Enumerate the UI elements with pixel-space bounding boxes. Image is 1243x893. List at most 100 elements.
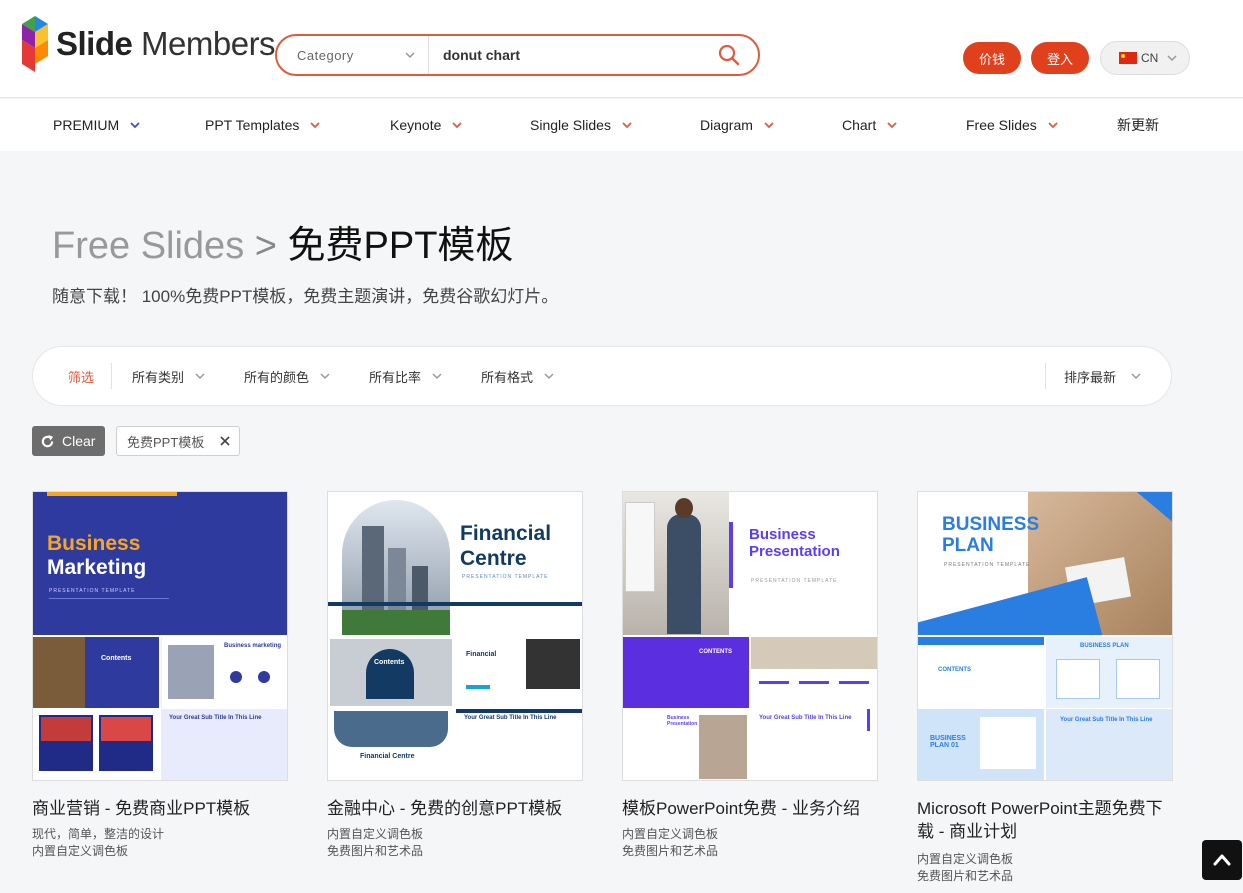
- filter-category[interactable]: 所有类别: [132, 347, 206, 405]
- card-title[interactable]: 金融中心 - 免费的创意PPT模板: [327, 797, 583, 820]
- thumb-slide-title: Business marketing: [224, 643, 282, 649]
- filter-format[interactable]: 所有格式: [481, 347, 555, 405]
- thumb-slide-title: Your Great Sub Title In This Line: [759, 715, 852, 721]
- template-card[interactable]: Financial Centre PRESENTATION TEMPLATE C…: [327, 491, 583, 860]
- card-title[interactable]: Microsoft PowerPoint主题免费下载 - 商业计划: [917, 797, 1173, 843]
- chevron-down-icon: [764, 122, 774, 129]
- search-icon: [718, 44, 740, 66]
- card-feature: 免费图片和艺术品: [622, 844, 719, 858]
- page-title: Free Slides > 免费PPT模板: [52, 214, 513, 269]
- template-card[interactable]: Business Presentation PRESENTATION TEMPL…: [622, 491, 878, 860]
- thumb-main-slide: Financial Centre PRESENTATION TEMPLATE: [328, 492, 582, 635]
- thumb-main-sub: PRESENTATION TEMPLATE: [49, 588, 136, 594]
- template-thumbnail[interactable]: Financial Centre PRESENTATION TEMPLATE C…: [327, 491, 583, 781]
- thumb-slide-subtitle: Your Great Sub Title In This Line: [456, 709, 582, 780]
- search-input[interactable]: [429, 36, 700, 74]
- thumb-slide-title: CONTENTS: [699, 649, 732, 655]
- filter-divider: [111, 363, 112, 389]
- login-button[interactable]: 登入: [1031, 42, 1089, 74]
- chevron-down-icon: [405, 52, 415, 59]
- thumb-main-title-2: Marketing: [47, 556, 147, 579]
- card-feature: 内置自定义调色板: [32, 844, 129, 858]
- filter-bar: 筛选 所有类别 所有的颜色 所有比率 所有格式 排序最新: [32, 346, 1172, 406]
- nav-item-single-slides[interactable]: Single Slides: [530, 99, 633, 151]
- template-thumbnail[interactable]: BUSINESS PLAN PRESENTATION TEMPLATE CONT…: [917, 491, 1173, 781]
- thumb-main-slide: BUSINESS PLAN PRESENTATION TEMPLATE: [918, 492, 1172, 635]
- template-thumbnail[interactable]: Business Marketing PRESENTATION TEMPLATE…: [32, 491, 288, 781]
- thumb-main-title-2: PLAN: [942, 535, 994, 556]
- thumb-slide-title: Financial: [466, 651, 497, 658]
- logo-cube-icon: [22, 16, 48, 72]
- thumb-slide-cover: Financial Centre: [328, 709, 454, 780]
- nav-item-ppt-templates[interactable]: PPT Templates: [205, 99, 321, 151]
- nav-label: PPT Templates: [205, 117, 300, 133]
- filter-color[interactable]: 所有的颜色: [244, 347, 331, 405]
- thumb-main-sub: PRESENTATION TEMPLATE: [944, 562, 1031, 568]
- filter-ratio[interactable]: 所有比率: [369, 347, 443, 405]
- refresh-icon: [41, 434, 54, 447]
- search-button[interactable]: [700, 36, 758, 74]
- sort-select[interactable]: 排序最新: [1064, 347, 1142, 405]
- card-feature: 内置自定义调色板: [327, 827, 424, 841]
- filter-divider: [1045, 363, 1046, 389]
- language-select[interactable]: CN: [1100, 41, 1190, 75]
- nav-label: Chart: [842, 117, 877, 133]
- thumb-main-title-2: Presentation: [749, 543, 840, 560]
- card-feature: 免费图片和艺术品: [917, 869, 1014, 883]
- nav-item-keynote[interactable]: Keynote: [390, 99, 463, 151]
- chevron-down-icon: [544, 373, 554, 380]
- thumb-slide-title: BUSINESS PLAN 01: [930, 735, 966, 749]
- site-logo[interactable]: Slide Members: [20, 12, 276, 76]
- nav-item-new-updates[interactable]: 新更新: [1117, 99, 1159, 151]
- scroll-top-button[interactable]: [1202, 840, 1242, 880]
- thumb-slide-subtitle: Your Great Sub Title In This Line: [1046, 709, 1172, 780]
- thumb-slide-title: Your Great Sub Title In This Line: [1060, 717, 1153, 723]
- card-title[interactable]: 模板PowerPoint免费 - 业务介绍: [622, 797, 878, 820]
- template-thumbnail[interactable]: Business Presentation PRESENTATION TEMPL…: [622, 491, 878, 781]
- template-card[interactable]: BUSINESS PLAN PRESENTATION TEMPLATE CONT…: [917, 491, 1173, 885]
- language-label: CN: [1141, 51, 1159, 65]
- card-feature: 内置自定义调色板: [622, 827, 719, 841]
- thumb-slide-subtitle: Your Great Sub Title In This Line: [751, 709, 877, 780]
- thumb-slide-subtitle: Your Great Sub Title In This Line: [161, 709, 287, 780]
- price-button[interactable]: 价钱: [963, 42, 1021, 74]
- template-card[interactable]: Business Marketing PRESENTATION TEMPLATE…: [32, 491, 288, 860]
- filter-category-label: 所有类别: [132, 369, 185, 385]
- nav-label: Single Slides: [530, 117, 611, 133]
- filter-label: 筛选: [68, 369, 95, 385]
- chevron-down-icon: [195, 373, 205, 380]
- nav-item-free-slides[interactable]: Free Slides: [966, 99, 1059, 151]
- sort-label: 排序最新: [1064, 369, 1117, 385]
- nav-item-premium[interactable]: PREMIUM: [53, 99, 141, 151]
- thumb-main-slide: Business Marketing PRESENTATION TEMPLATE: [33, 492, 287, 635]
- category-select-label: Category: [297, 47, 354, 63]
- card-feature: 现代，简单，整洁的设计: [32, 827, 165, 841]
- thumb-main-title-1: Financial: [460, 522, 552, 545]
- card-title[interactable]: 商业营销 - 免费商业PPT模板: [32, 797, 288, 820]
- thumb-slide-title: Your Great Sub Title In This Line: [169, 715, 262, 721]
- nav-item-chart[interactable]: Chart: [842, 99, 898, 151]
- clear-filters-button[interactable]: Clear: [32, 426, 105, 456]
- card-description: 内置自定义调色板 免费图片和艺术品: [622, 826, 878, 860]
- active-filter-tag: 免费PPT模板: [116, 426, 240, 456]
- thumb-main-title-1: BUSINESS: [942, 514, 1040, 535]
- card-feature: 内置自定义调色板: [917, 852, 1014, 866]
- chevron-down-icon: [320, 373, 330, 380]
- logo-text-light: Members: [132, 25, 276, 62]
- card-description: 内置自定义调色板 免费图片和艺术品: [327, 826, 583, 860]
- close-icon[interactable]: [217, 433, 233, 449]
- thumb-slide-title: Contents: [101, 655, 132, 662]
- thumb-slide-contents: Contents: [328, 637, 454, 708]
- thumb-slide-business: Business marketing: [161, 637, 287, 708]
- thumb-slide-cover: Business Presentation: [623, 709, 749, 780]
- chevron-down-icon: [310, 122, 321, 129]
- thumb-slide-title: Financial Centre: [360, 753, 415, 760]
- cn-flag-icon: [1119, 52, 1137, 64]
- card-description: 内置自定义调色板 免费图片和艺术品: [917, 851, 1173, 885]
- thumb-slide-cover: BUSINESS PLAN 01: [918, 709, 1044, 780]
- nav-item-diagram[interactable]: Diagram: [700, 99, 775, 151]
- arrow-up-icon: [1213, 854, 1231, 866]
- breadcrumb-link[interactable]: Free Slides: [52, 225, 244, 267]
- category-select[interactable]: Category: [277, 36, 429, 74]
- active-filter-tag-label: 免费PPT模板: [127, 434, 205, 450]
